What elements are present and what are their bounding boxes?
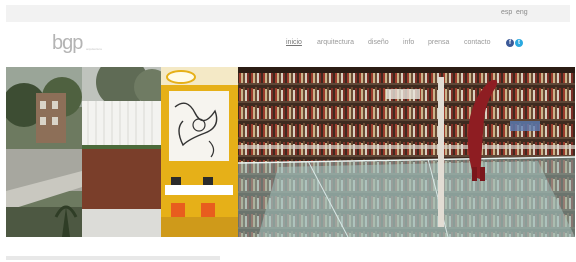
twitter-glyph: t (518, 40, 520, 46)
hero-banner[interactable] (6, 67, 575, 237)
facade-illustration (82, 67, 161, 237)
banner-image-library[interactable] (238, 67, 575, 237)
top-bar: esp eng (6, 5, 570, 22)
library-illustration (238, 67, 575, 237)
banner-image-interior[interactable] (161, 67, 238, 237)
banner-image-street[interactable] (6, 67, 82, 237)
banner-image-facade[interactable] (82, 67, 161, 237)
logo-subtext: arquitectura (86, 47, 102, 51)
nav-inicio[interactable]: inicio (286, 39, 302, 46)
nav-arquitectura[interactable]: arquitectura (317, 39, 354, 46)
lang-esp-link[interactable]: esp (501, 9, 512, 16)
nav-prensa[interactable]: prensa (428, 39, 449, 46)
street-illustration (6, 67, 82, 237)
nav-diseno[interactable]: diseño (368, 39, 389, 46)
twitter-icon[interactable]: t (515, 39, 523, 47)
interior-illustration (161, 67, 238, 237)
site-header: bgp arquitectura inicio arquitectura dis… (6, 22, 570, 68)
lang-eng-link[interactable]: eng (516, 9, 528, 16)
facebook-icon[interactable]: f (506, 39, 514, 47)
facebook-glyph: f (509, 40, 511, 46)
nav-contacto[interactable]: contacto (464, 39, 490, 46)
logo[interactable]: bgp (52, 32, 83, 55)
footer-divider (6, 256, 220, 260)
nav-info[interactable]: info (403, 39, 414, 46)
